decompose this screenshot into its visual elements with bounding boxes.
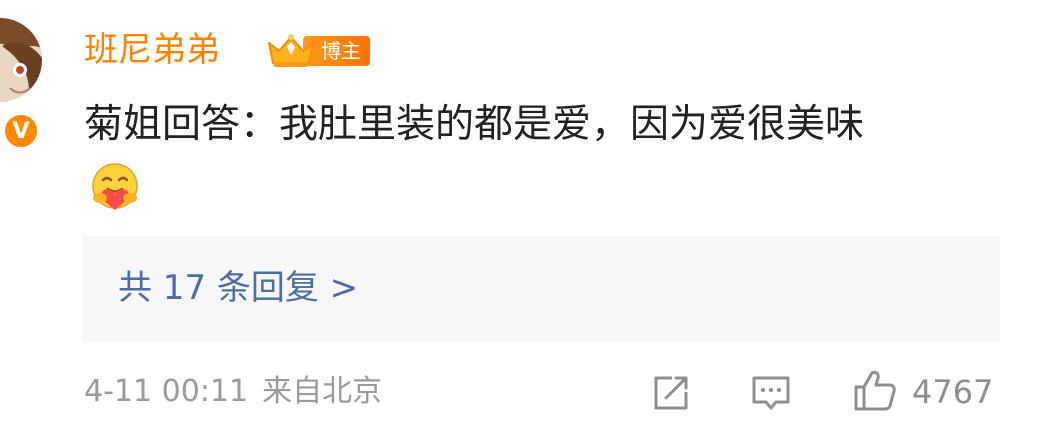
comment-location: 来自北京 [262, 374, 383, 409]
comment-time: 4-11 00:11 [84, 374, 249, 409]
hug-emoji-icon [92, 163, 138, 210]
view-replies-link[interactable]: 共 17 条回复 > [118, 266, 358, 310]
verified-badge: V [2, 112, 40, 150]
comment-meta: 4-11 00:11 来自北京 [84, 371, 382, 413]
verified-mark: V [12, 118, 30, 144]
share-icon[interactable] [650, 372, 692, 414]
thumbs-up-icon[interactable] [852, 369, 898, 413]
replies-box[interactable]: 共 17 条回复 > [82, 236, 1000, 341]
host-badge: 博主 [265, 33, 370, 69]
username[interactable]: 班尼弟弟 [84, 28, 220, 72]
avatar[interactable] [0, 18, 42, 102]
like-count: 4767 [912, 373, 994, 411]
comment-text: 菊姐回答：我肚里装的都是爱，因为爱很美味 [84, 102, 865, 147]
comment-icon[interactable] [750, 372, 792, 414]
crown-icon [268, 34, 314, 67]
